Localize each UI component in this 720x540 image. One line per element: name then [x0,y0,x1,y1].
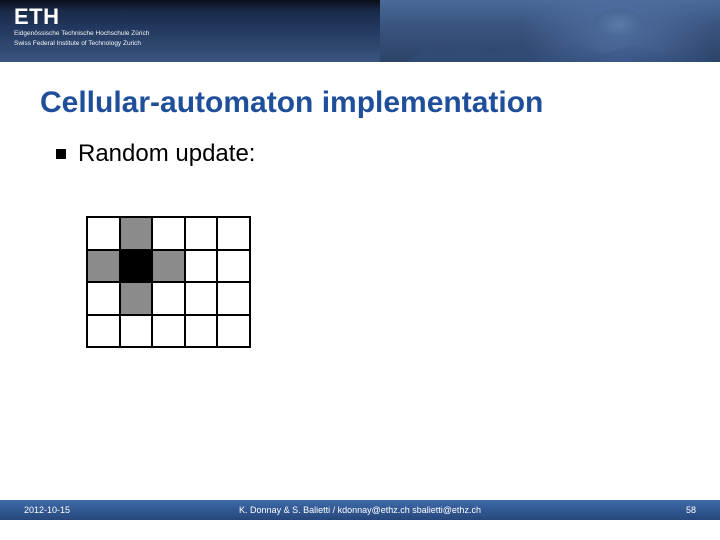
grid-cell [217,282,250,315]
eth-sub-line-1: Eidgenössische Technische Hochschule Zür… [14,30,149,38]
grid-cell [217,315,250,348]
bullet-text: Random update: [78,140,255,168]
banner-photo [380,0,720,62]
eth-logo: ETH [14,6,149,28]
slide-title: Cellular-automaton implementation [40,86,543,120]
grid-cell [152,315,185,348]
footer-authors: K. Donnay & S. Balietti / kdonnay@ethz.c… [239,505,481,515]
eth-sub-line-2: Swiss Federal Institute of Technology Zu… [14,40,149,48]
grid-cell [185,217,218,250]
grid-cell [217,250,250,283]
footer-page-number: 58 [686,505,696,515]
grid-cell [87,217,120,250]
grid-cell [152,282,185,315]
grid-cell [87,315,120,348]
grid-cell [185,282,218,315]
grid-cell [87,250,120,283]
grid-cell [120,315,153,348]
bullet-marker [56,149,66,159]
grid-cell [217,217,250,250]
grid-cell [120,250,153,283]
grid-cell [87,282,120,315]
grid-cell [185,315,218,348]
bullet-row: Random update: [56,140,255,168]
grid-cell [120,282,153,315]
grid-cell [152,217,185,250]
banner: ETH Eidgenössische Technische Hochschule… [0,0,720,62]
slide: ETH Eidgenössische Technische Hochschule… [0,0,720,540]
automaton-grid [86,216,251,348]
grid-cell [120,217,153,250]
footer-date: 2012-10-15 [24,505,70,515]
grid-cell [185,250,218,283]
eth-block: ETH Eidgenössische Technische Hochschule… [14,6,149,48]
grid-cell [152,250,185,283]
footer-bar: 2012-10-15 K. Donnay & S. Balietti / kdo… [0,500,720,520]
